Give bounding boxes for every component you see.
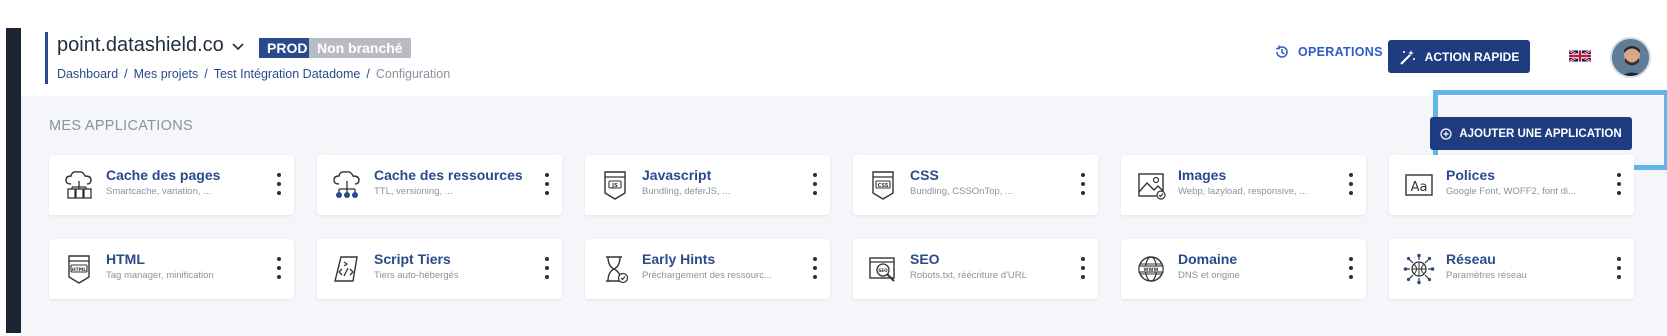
card-desc: Smartcache, variation, ... — [106, 186, 212, 197]
card-desc: TTL, versioning, ... — [374, 186, 453, 197]
action-rapide-button[interactable]: ACTION RAPIDE — [1388, 40, 1530, 73]
top-header: point.datashield.co PROD Non branché Das… — [21, 0, 1667, 96]
card-title: HTML — [106, 251, 145, 267]
more-options-icon[interactable] — [1080, 173, 1086, 195]
add-application-label: AJOUTER UNE APPLICATION — [1459, 127, 1622, 140]
card-desc: DNS et origine — [1178, 270, 1240, 281]
applications-section: MES APPLICATIONS AJOUTER UNE APPLICATION… — [21, 90, 1667, 336]
breadcrumb: Dashboard / Mes projets / Test Intégrati… — [57, 67, 451, 81]
status-badge: Non branché — [309, 38, 411, 58]
card-desc: Tag manager, minification — [106, 270, 214, 281]
app-card-html[interactable]: HTML HTML Tag manager, minification — [49, 239, 294, 299]
card-title: CSS — [910, 167, 939, 183]
card-desc: Préchargement des ressourc... — [642, 270, 772, 281]
cache-resources-icon — [333, 171, 360, 198]
html-file-icon: HTML — [68, 255, 90, 284]
more-options-icon[interactable] — [544, 173, 550, 195]
card-title: Images — [1178, 167, 1227, 183]
more-options-icon[interactable] — [1080, 257, 1086, 279]
svg-text:JS: JS — [611, 183, 618, 189]
card-desc: Tiers auto-hébergés — [374, 270, 459, 281]
globe-icon: WWW — [1138, 256, 1164, 282]
app-card-domaine[interactable]: WWW Domaine DNS et origine — [1121, 239, 1366, 299]
app-card-reseau[interactable]: Réseau Paramètres réseau — [1389, 239, 1634, 299]
more-options-icon[interactable] — [544, 257, 550, 279]
header-accent-bar — [45, 32, 48, 84]
card-title: Polices — [1446, 167, 1496, 183]
card-title: Early Hints — [642, 251, 716, 267]
breadcrumb-dashboard[interactable]: Dashboard — [57, 67, 118, 81]
project-selector[interactable]: point.datashield.co — [57, 34, 246, 57]
left-sidebar-strip — [6, 28, 21, 333]
plus-circle-icon — [1440, 127, 1452, 140]
operations-link[interactable]: OPERATIONS — [1274, 44, 1383, 60]
more-options-icon[interactable] — [276, 257, 282, 279]
card-desc: Google Font, WOFF2, font di... — [1446, 186, 1576, 197]
more-options-icon[interactable] — [1348, 257, 1354, 279]
card-title: Réseau — [1446, 251, 1496, 267]
card-title: Script Tiers — [374, 251, 451, 267]
app-card-images[interactable]: Images Webp, lazyload, responsive, ... — [1121, 155, 1366, 215]
project-name: point.datashield.co — [57, 34, 224, 56]
svg-text:CSS: CSS — [878, 183, 889, 189]
app-card-cache-resources[interactable]: Cache des ressources TTL, versioning, ..… — [317, 155, 562, 215]
more-options-icon[interactable] — [1616, 257, 1622, 279]
hourglass-icon — [606, 256, 629, 284]
card-title: Javascript — [642, 167, 712, 183]
more-options-icon[interactable] — [1348, 173, 1354, 195]
font-icon: Aa — [1405, 174, 1433, 196]
app-card-polices[interactable]: Aa Polices Google Font, WOFF2, font di..… — [1389, 155, 1634, 215]
add-application-button[interactable]: AJOUTER UNE APPLICATION — [1430, 117, 1632, 150]
breadcrumb-current: Configuration — [375, 67, 451, 81]
app-card-script-tiers[interactable]: Script Tiers Tiers auto-hébergés — [317, 239, 562, 299]
avatar[interactable] — [1610, 37, 1651, 78]
app-card-cache-pages[interactable]: Cache des pages Smartcache, variation, .… — [49, 155, 294, 215]
breadcrumb-projects[interactable]: Mes projets — [134, 67, 199, 81]
magic-wand-icon — [1399, 49, 1415, 65]
breadcrumb-project[interactable]: Test Intégration Datadome — [214, 67, 361, 81]
network-icon — [1403, 253, 1435, 285]
uk-flag-icon[interactable] — [1569, 49, 1591, 63]
env-badge: PROD — [259, 38, 316, 58]
operations-label: OPERATIONS — [1298, 45, 1383, 59]
cache-pages-icon — [65, 171, 92, 199]
more-options-icon[interactable] — [812, 173, 818, 195]
svg-text:SEO: SEO — [878, 268, 888, 273]
card-title: Cache des pages — [106, 167, 221, 183]
card-title: Domaine — [1178, 251, 1238, 267]
app-card-javascript[interactable]: JS Javascript Bundling, deferJS, ... — [585, 155, 830, 215]
action-rapide-label: ACTION RAPIDE — [1424, 49, 1520, 64]
app-card-early-hints[interactable]: Early Hints Préchargement des ressourc..… — [585, 239, 830, 299]
section-title: MES APPLICATIONS — [49, 118, 193, 134]
svg-text:Aa: Aa — [1411, 180, 1428, 195]
card-title: Cache des ressources — [374, 167, 523, 183]
more-options-icon[interactable] — [812, 257, 818, 279]
more-options-icon[interactable] — [1616, 173, 1622, 195]
svg-text:WWW: WWW — [1144, 267, 1159, 273]
card-desc: Bundling, CSSOnTop, ... — [910, 186, 1013, 197]
card-desc: Webp, lazyload, responsive, ... — [1178, 186, 1308, 197]
user-avatar-icon — [1612, 39, 1649, 76]
history-icon — [1276, 45, 1288, 58]
css-file-icon: CSS — [872, 171, 894, 200]
app-card-seo[interactable]: SEO SEO Robots.txt, réécriture d'URL — [853, 239, 1098, 299]
card-desc: Robots.txt, réécriture d'URL — [910, 270, 1027, 281]
js-file-icon: JS — [604, 171, 626, 200]
chevron-down-icon — [232, 42, 244, 50]
seo-icon: SEO — [869, 257, 895, 282]
card-desc: Paramètres réseau — [1446, 270, 1527, 281]
card-desc: Bundling, deferJS, ... — [642, 186, 731, 197]
script-icon — [334, 256, 358, 282]
more-options-icon[interactable] — [276, 173, 282, 195]
image-icon — [1138, 173, 1166, 200]
app-card-css[interactable]: CSS CSS Bundling, CSSOnTop, ... — [853, 155, 1098, 215]
card-title: SEO — [910, 251, 940, 267]
svg-text:HTML: HTML — [72, 267, 86, 273]
